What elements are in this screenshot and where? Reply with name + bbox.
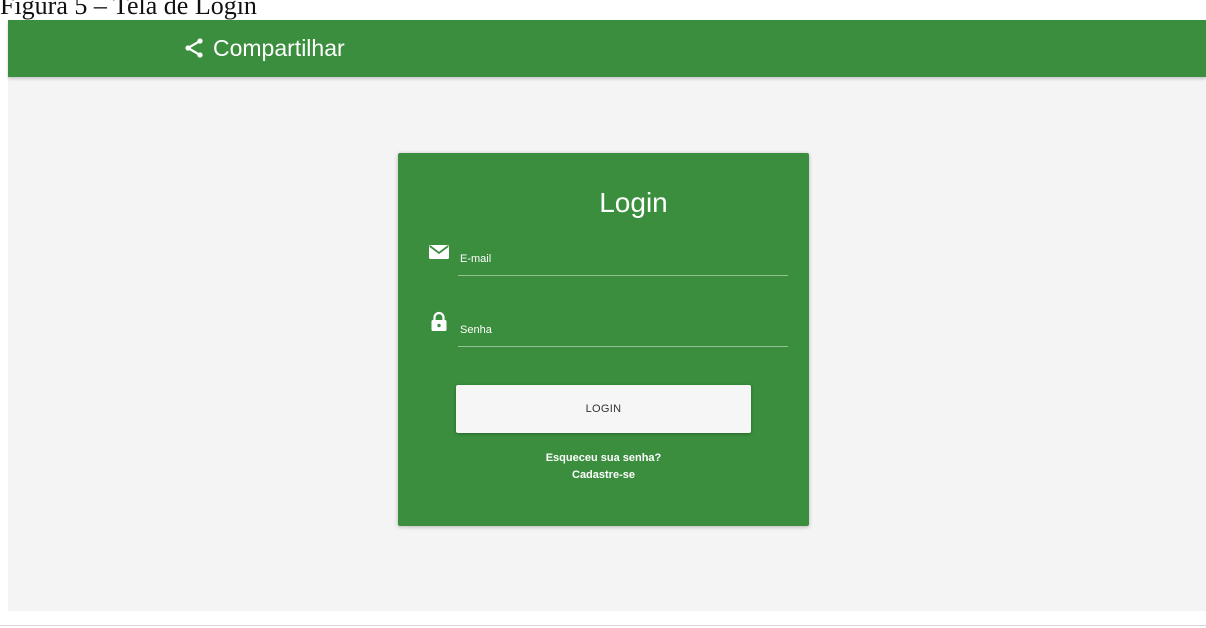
forgot-password-link[interactable]: Esqueceu sua senha? <box>398 452 809 464</box>
email-input[interactable] <box>458 242 788 276</box>
page-divider <box>0 625 1206 626</box>
figure-caption: Figura 5 – Tela de Login <box>0 0 257 20</box>
signup-link[interactable]: Cadastre-se <box>398 469 809 481</box>
app-bar: Compartilhar <box>8 20 1206 77</box>
mail-icon <box>429 245 449 259</box>
email-field[interactable] <box>458 242 788 278</box>
login-button[interactable]: LOGIN <box>456 385 751 433</box>
password-field[interactable] <box>458 313 788 349</box>
app-screen: Compartilhar Login LOGIN Esqueceu sua se… <box>8 20 1206 611</box>
share-icon <box>185 38 203 58</box>
share-button[interactable]: Compartilhar <box>183 33 345 63</box>
login-title: Login <box>599 187 668 218</box>
password-input[interactable] <box>458 313 788 347</box>
share-label: Compartilhar <box>213 35 345 61</box>
login-card: Login LOGIN Esqueceu sua senha? Cadastre… <box>398 153 809 526</box>
lock-icon <box>431 311 447 331</box>
